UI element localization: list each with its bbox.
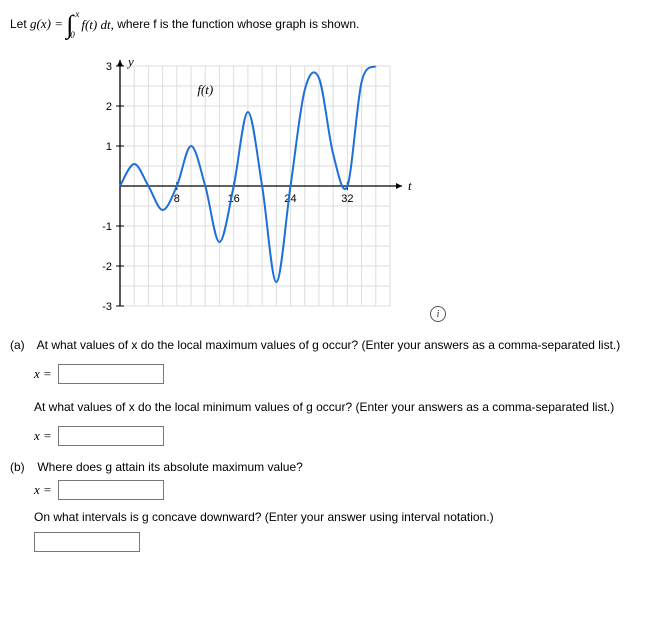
integral-sign-icon: ∫ x 0: [66, 12, 73, 38]
svg-text:1: 1: [106, 141, 112, 153]
svg-text:f(t): f(t): [197, 82, 213, 97]
question-b: (b) Where does g attain its absolute max…: [10, 460, 650, 552]
svg-text:3: 3: [106, 61, 112, 73]
integral-expression: ∫ x 0 f(t) dt,: [66, 12, 114, 38]
svg-text:2: 2: [106, 101, 112, 113]
svg-text:24: 24: [284, 193, 296, 205]
q3-text: Where does g attain its absolute maximum…: [37, 460, 302, 474]
gx-expr: g(x) =: [30, 16, 66, 31]
q3-input[interactable]: [58, 480, 164, 500]
svg-text:t: t: [408, 178, 412, 193]
q4-answer-row: [34, 532, 650, 552]
integrand: f(t) dt,: [81, 17, 114, 33]
q4-text: On what intervals is g concave downward?…: [34, 510, 650, 524]
chart-container: 8162432-3-2-1123ytf(t) i: [90, 46, 650, 324]
svg-text:y: y: [126, 54, 134, 69]
info-icon[interactable]: i: [430, 306, 446, 322]
svg-text:32: 32: [341, 193, 353, 205]
q1-input[interactable]: [58, 364, 164, 384]
problem-statement: Let g(x) = ∫ x 0 f(t) dt, where f is the…: [10, 12, 650, 38]
q1-var: x =: [34, 366, 52, 382]
q2-answer-row: x =: [34, 426, 650, 446]
stmt-prefix: Let: [10, 17, 30, 31]
q2-input[interactable]: [58, 426, 164, 446]
q3-answer-row: x =: [34, 480, 650, 500]
svg-text:-2: -2: [102, 261, 112, 273]
q1-answer-row: x =: [34, 364, 650, 384]
upper-limit: x: [75, 10, 79, 19]
stmt-suffix: where f is the function whose graph is s…: [117, 17, 359, 31]
q4-input[interactable]: [34, 532, 140, 552]
part-b-label: (b): [10, 460, 34, 474]
q2-text: At what values of x do the local minimum…: [34, 400, 650, 414]
question-a: (a) At what values of x do the local max…: [10, 338, 650, 446]
function-plot: 8162432-3-2-1123ytf(t): [90, 46, 430, 321]
svg-text:-3: -3: [102, 301, 112, 313]
lower-limit: 0: [70, 31, 75, 40]
q3-var: x =: [34, 482, 52, 498]
part-a-label: (a): [10, 338, 34, 352]
q1-text: At what values of x do the local maximum…: [37, 338, 621, 352]
svg-text:-1: -1: [102, 221, 112, 233]
q2-var: x =: [34, 428, 52, 444]
svg-text:8: 8: [174, 193, 180, 205]
